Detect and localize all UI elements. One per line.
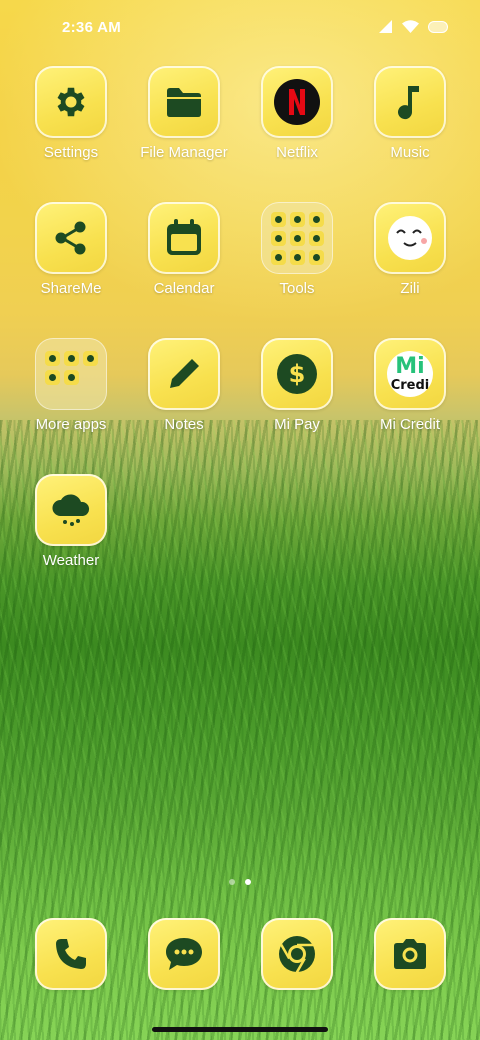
app-label: Mi Pay: [274, 416, 320, 433]
app-label: Notes: [164, 416, 204, 433]
message-icon: [166, 938, 202, 970]
app-file-manager[interactable]: File Manager: [129, 66, 239, 161]
dollar-icon: $: [277, 354, 317, 394]
battery-icon: [428, 20, 448, 33]
app-tile[interactable]: [35, 66, 107, 138]
app-settings[interactable]: Settings: [16, 66, 126, 161]
dock-camera[interactable]: [355, 918, 465, 990]
status-icons: [379, 20, 448, 33]
app-label: Zili: [400, 280, 420, 297]
svg-text:$: $: [289, 360, 306, 388]
pencil-icon: [170, 359, 199, 388]
app-tile[interactable]: [148, 202, 220, 274]
dock-chrome[interactable]: [242, 918, 352, 990]
chrome-icon: [279, 936, 315, 974]
folder-tile[interactable]: [261, 202, 333, 274]
app-weather[interactable]: Weather: [16, 474, 126, 569]
signal-icon: [379, 20, 392, 33]
mi-credit-logo-mark: Mi: [395, 354, 425, 379]
home-indicator[interactable]: [152, 1027, 328, 1032]
app-label: Music: [390, 144, 430, 161]
app-tile[interactable]: [261, 918, 333, 990]
more-apps-folder-icon: [44, 351, 98, 385]
phone-icon: [56, 939, 86, 969]
netflix-icon: [274, 79, 320, 125]
music-note-icon: [398, 86, 419, 120]
status-bar: 2:36 AM: [0, 0, 480, 56]
app-notes[interactable]: Notes: [129, 338, 239, 433]
folder-icon: [167, 88, 201, 117]
app-tile[interactable]: $: [261, 338, 333, 410]
app-tile[interactable]: [148, 338, 220, 410]
app-label: More apps: [35, 416, 107, 433]
page-dot[interactable]: [229, 879, 235, 885]
folder-tile[interactable]: [35, 338, 107, 410]
app-label: File Manager: [140, 144, 228, 161]
folder-tools[interactable]: Tools: [242, 202, 352, 297]
app-tile[interactable]: [374, 66, 446, 138]
camera-icon: [394, 939, 426, 969]
app-mi-pay[interactable]: $ Mi Pay: [242, 338, 352, 433]
app-tile[interactable]: Mi Credi: [374, 338, 446, 410]
app-zili[interactable]: Zili: [355, 202, 465, 297]
share-icon: [55, 221, 86, 255]
dock-phone[interactable]: [16, 918, 126, 990]
app-music[interactable]: Music: [355, 66, 465, 161]
app-label: Netflix: [276, 144, 318, 161]
page-indicator: [0, 879, 480, 885]
mi-credit-icon: Mi Credi: [387, 351, 433, 397]
app-label: ShareMe: [40, 280, 102, 297]
app-tile[interactable]: [35, 474, 107, 546]
app-tile[interactable]: [148, 66, 220, 138]
page-dot-active[interactable]: [245, 879, 251, 885]
gear-icon: [57, 87, 85, 117]
app-calendar[interactable]: Calendar: [129, 202, 239, 297]
wifi-icon: [402, 20, 419, 33]
app-label: Settings: [43, 144, 99, 161]
app-label: Calendar: [153, 280, 215, 297]
dock-messaging[interactable]: [129, 918, 239, 990]
app-tile[interactable]: [374, 202, 446, 274]
zili-face-icon: [388, 216, 432, 260]
folder-more-apps[interactable]: More apps: [16, 338, 126, 433]
calendar-icon: [167, 219, 201, 255]
mi-credit-logo-text: Credi: [390, 378, 430, 393]
app-label: Mi Credit: [379, 416, 440, 433]
app-shareme[interactable]: ShareMe: [16, 202, 126, 297]
app-tile[interactable]: [35, 918, 107, 990]
app-tile[interactable]: [35, 202, 107, 274]
status-time: 2:36 AM: [62, 19, 122, 36]
app-mi-credit[interactable]: Mi Credi Mi Credit: [355, 338, 465, 433]
tools-folder-icon: [270, 211, 324, 265]
app-label: Weather: [42, 552, 100, 569]
app-netflix[interactable]: Netflix: [242, 66, 352, 161]
app-tile[interactable]: [374, 918, 446, 990]
app-tile[interactable]: [148, 918, 220, 990]
app-tile[interactable]: [261, 66, 333, 138]
rain-cloud-icon: [52, 494, 90, 526]
app-label: Tools: [279, 280, 315, 297]
